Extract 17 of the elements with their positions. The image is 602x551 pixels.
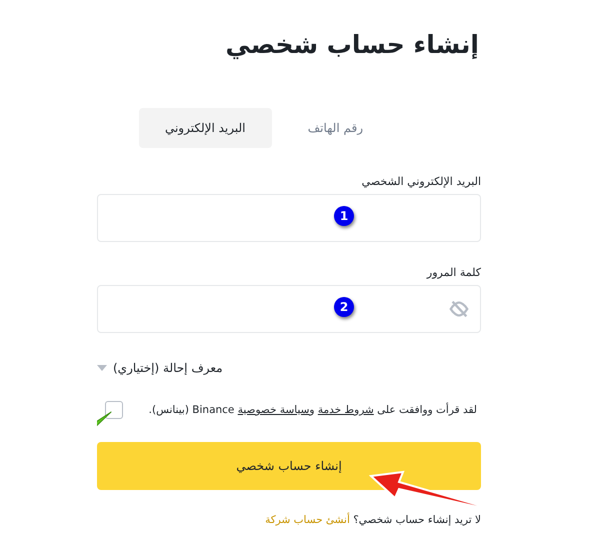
field-label: كلمة المرور xyxy=(426,266,481,279)
password-field[interactable]: 2 xyxy=(97,285,481,333)
referral-toggle[interactable]: معرف إحالة (إختياري) xyxy=(97,361,223,375)
tab[interactable]: البريد الإلكتروني xyxy=(138,108,272,148)
page-title: إنشاء حساب شخصي xyxy=(224,30,480,62)
step-marker: 2 xyxy=(334,297,354,317)
terms-link[interactable]: سياسة خصوصية xyxy=(238,404,310,416)
hidden-eye-icon[interactable] xyxy=(448,298,470,320)
field-label: البريد الإلكتروني الشخصي xyxy=(362,175,481,188)
caret-icon xyxy=(97,365,107,371)
email-field[interactable]: 1 xyxy=(97,194,481,242)
create-account-button[interactable]: إنشاء حساب شخصي xyxy=(97,442,481,490)
step-marker: 1 xyxy=(334,206,354,226)
terms-text: لقد قرأت ووافقت على شروط خدمة وسياسة خصوصية Binance (بينانس). xyxy=(148,404,477,416)
tab[interactable]: رقم الهاتف xyxy=(286,108,385,148)
terms-link[interactable]: شروط خدمة xyxy=(318,404,374,416)
footer-text: لا تريد إنشاء حساب شخصي؟ أنشئ حساب شركة xyxy=(264,514,481,526)
